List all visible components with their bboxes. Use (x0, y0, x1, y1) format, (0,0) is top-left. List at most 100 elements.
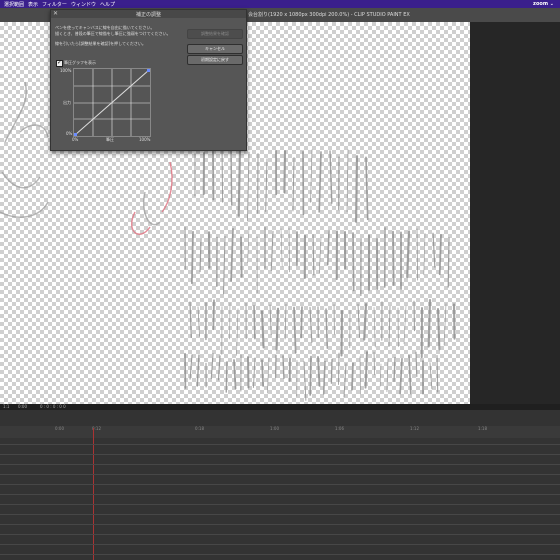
calibration-stroke (197, 306, 201, 337)
ruler-label: 0:00 (55, 426, 64, 431)
timeline-track[interactable] (0, 554, 560, 555)
calibration-stroke (236, 308, 239, 356)
ruler-label: 1:00 (270, 426, 279, 431)
graph-x-left: 0% (72, 137, 79, 142)
timeline-track[interactable] (0, 464, 560, 465)
timeline-track[interactable] (0, 544, 560, 545)
calibration-strokes (184, 146, 456, 401)
menu-filter[interactable]: フィルター (42, 1, 67, 8)
menu-selection[interactable]: 選択範囲 (4, 1, 24, 8)
calibration-stroke (310, 149, 313, 203)
calibration-stroke (190, 230, 194, 285)
calibration-stroke (432, 232, 436, 268)
timeline-track[interactable] (0, 474, 560, 475)
reset-defaults-button[interactable]: 初期設定に戻す (187, 55, 243, 65)
calibration-stroke (363, 303, 368, 341)
pen-pressure-dialog: ✕ 補正の調整 ペンを使ってキャンバスに線を自由に描いてください。 描くとき、普… (50, 9, 247, 151)
instruction-line-3: 線を引いたら[調整結果を確認]を押してください。 (55, 41, 146, 46)
pressure-graph[interactable] (73, 68, 151, 137)
calibration-stroke (260, 310, 265, 349)
canvas-side-area (470, 22, 560, 404)
calibration-stroke (423, 233, 426, 276)
zoom-menu[interactable]: zoom ⌄ (533, 1, 554, 7)
calibration-stroke (267, 357, 270, 394)
calibration-stroke (247, 151, 250, 222)
calibration-stroke (373, 351, 376, 375)
menu-window[interactable]: ウィンドウ (71, 1, 96, 8)
dialog-header: ✕ 補正の調整 (51, 10, 246, 18)
calibration-stroke (240, 236, 243, 278)
calibration-stroke (330, 358, 333, 384)
calibration-stroke (282, 355, 285, 380)
calibration-stroke (221, 147, 224, 203)
timeline-track[interactable] (0, 494, 560, 495)
calibration-stroke (415, 351, 418, 378)
calibration-stroke (427, 298, 432, 348)
calibration-stroke (436, 354, 439, 393)
calibration-stroke (399, 357, 403, 395)
timeline-track[interactable] (0, 514, 560, 515)
calibration-stroke (452, 303, 456, 340)
calibration-stroke (300, 306, 303, 339)
calibration-stroke (388, 305, 391, 348)
calibration-stroke (217, 355, 221, 381)
calibration-stroke (284, 303, 287, 340)
confirm-adjustment-button[interactable]: 調整結果を確認 (187, 29, 243, 39)
calibration-stroke (359, 356, 361, 395)
show-graph-label: 筆圧グラフを表示 (64, 60, 96, 65)
timeline-frame-field[interactable]: 1:1 (3, 404, 9, 410)
timeline-track[interactable] (0, 534, 560, 535)
calibration-stroke (303, 361, 307, 401)
calibration-stroke (270, 230, 274, 272)
timeline-ruler[interactable]: 0:00 0:12 0:18 1:00 1:06 1:12 1:18 (0, 426, 560, 438)
curve-handle-bottom[interactable] (74, 133, 77, 136)
menu-help[interactable]: ヘルプ (100, 1, 115, 8)
calibration-stroke (392, 230, 395, 286)
calibration-stroke (199, 237, 202, 273)
calibration-stroke (233, 359, 237, 390)
calibration-stroke (309, 306, 313, 343)
calibration-stroke (408, 354, 412, 395)
calibration-stroke (309, 355, 312, 396)
calibration-stroke (265, 158, 268, 212)
calibration-stroke (189, 354, 193, 380)
timeline-track[interactable] (0, 484, 560, 485)
curve-handle-top[interactable] (147, 69, 150, 72)
ruler-label: 0:18 (195, 426, 204, 431)
calibration-stroke (351, 362, 354, 391)
timeline-track[interactable] (0, 444, 560, 445)
calibration-stroke (292, 157, 295, 212)
menu-view[interactable]: 表示 (28, 1, 38, 8)
calibration-stroke (343, 363, 347, 398)
cancel-button[interactable]: キャンセル (187, 44, 243, 54)
calibration-stroke (269, 304, 272, 335)
calibration-stroke (438, 234, 442, 276)
calibration-stroke (196, 354, 200, 387)
calibration-stroke (230, 148, 233, 206)
window-title: 会台割り(1920 x 1080px 300dpi 200.0%) - CLIP… (248, 12, 410, 18)
calibration-stroke (237, 146, 242, 217)
calibration-stroke (365, 156, 369, 221)
zoom-label: zoom (533, 1, 549, 7)
calibration-stroke (189, 301, 192, 339)
graph-x-right: 100% (139, 137, 151, 142)
calibration-stroke (352, 232, 355, 292)
timeline-header: 1:1 0:00 0 : 0 : 0 : 0 0 (0, 404, 560, 410)
graph-y-label: 出力 (63, 100, 71, 105)
timeline-track[interactable] (0, 504, 560, 505)
calibration-stroke (393, 356, 396, 383)
calibration-stroke (406, 230, 411, 279)
checkmark-icon: ✓ (57, 59, 63, 66)
timeline-time-field[interactable]: 0:00 (18, 404, 27, 410)
ruler-label: 1:06 (335, 426, 344, 431)
timeline-track[interactable] (0, 524, 560, 525)
calibration-stroke (253, 305, 256, 340)
calibration-stroke (329, 150, 333, 204)
calibration-stroke (317, 356, 321, 387)
show-graph-checkbox[interactable]: ✓ (56, 59, 63, 67)
calibration-stroke (261, 359, 265, 387)
menu-bar: 選択範囲 表示 フィルター ウィンドウ ヘルプ zoom ⌄ (0, 0, 560, 8)
timeline-track[interactable] (0, 454, 560, 455)
calibration-stroke (312, 234, 315, 276)
instruction-line-2: 描くとき、普段の筆圧で線描をし筆圧に強弱をつけてください。 (55, 31, 171, 36)
